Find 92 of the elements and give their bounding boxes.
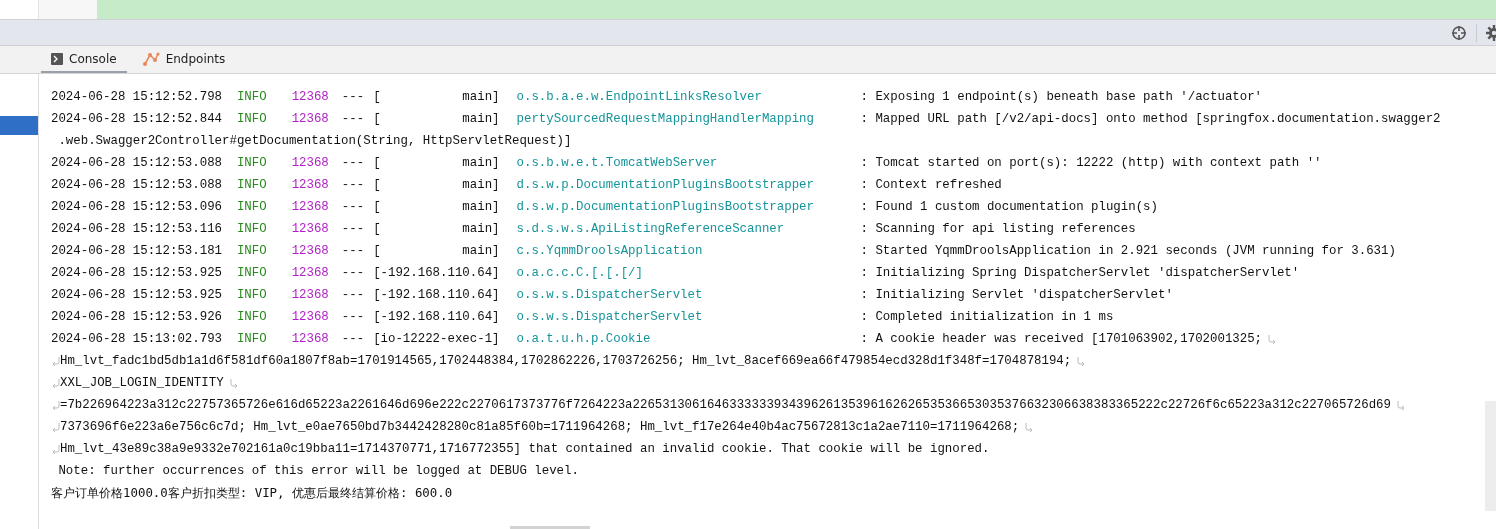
timestamp: 2024-06-28 15:12:53.926 (51, 309, 223, 326)
process-id: 12368 (291, 331, 329, 348)
log-text: 7373696f6e223a6e756c6c7d; Hm_lvt_e0ae7650bd7b3442428280c81a85f60b=1711964268; Hm_lvt_f17e264e40b4ac75672813c1a2ae7110=1711964268; (60, 419, 1020, 436)
separator-text: --- (341, 287, 365, 304)
log-message: : Initializing Servlet 'dispatcherServlet' (860, 287, 1173, 304)
separator-text: --- (341, 331, 365, 348)
terminal-icon (51, 52, 63, 65)
timestamp: 2024-06-28 15:12:53.116 (51, 221, 223, 238)
separator-text: --- (341, 89, 365, 106)
logger-name: o.a.t.u.h.p.Cookie (516, 331, 652, 348)
timestamp: 2024-06-28 15:13:02.793 (51, 331, 223, 348)
log-level: INFO (235, 243, 267, 260)
logger-name: pertySourcedRequestMappingHandlerMapping (516, 111, 815, 128)
log-level: INFO (235, 221, 267, 238)
log-level: INFO (235, 177, 267, 194)
log-level: INFO (235, 199, 267, 216)
logger-name: o.s.b.w.e.t.TomcatWebServer (516, 155, 719, 172)
timestamp: 2024-06-28 15:12:53.181 (51, 243, 223, 260)
scrollbar-thumb[interactable] (510, 526, 590, 529)
logger-name: o.s.w.s.DispatcherServlet (516, 287, 704, 304)
crosshair-icon[interactable] (1451, 24, 1467, 41)
process-id: 12368 (291, 265, 329, 282)
separator-text: --- (341, 199, 365, 216)
thread-name: [ main] (373, 199, 500, 216)
process-id: 12368 (291, 177, 329, 194)
log-text: Hm_lvt_43e89c38a9e9332e702161a0c19bba11=1714370771,1716772355] that contained an invalid cookie. That cookie will be ignored. (60, 441, 990, 458)
log-text: Hm_lvt_fadc1bd5db1a1d6f581df60a1807f8ab=1701914565,1702448384,1702862226,1703726256; Hm_lvt_8acef669ea66f479854ecd328d1f348f=1704878194; (60, 353, 1072, 370)
separator-text: --- (341, 309, 365, 326)
process-id: 12368 (291, 155, 329, 172)
log-message: : Started YqmmDroolsApplication in 2.921 seconds (JVM running for 3.631) (860, 243, 1396, 260)
log-text: XXL_JOB_LOGIN_IDENTITY (60, 375, 224, 392)
tab[interactable]: Endpoints (132, 46, 236, 73)
log-message: : Context refreshed (860, 177, 1002, 194)
logger-name: o.s.b.a.e.w.EndpointLinksResolver (516, 89, 763, 106)
timestamp: 2024-06-28 15:12:52.844 (51, 111, 223, 128)
logger-name: o.a.c.c.C.[.[.[/] (516, 265, 644, 282)
thread-name: [ main] (373, 89, 500, 106)
separator-text: --- (341, 265, 365, 282)
thread-name: [io-12222-exec-1] (373, 331, 500, 348)
log-message: : Completed initialization in 1 ms (860, 309, 1114, 326)
separator-text: --- (341, 155, 365, 172)
process-id: 12368 (291, 287, 329, 304)
timestamp: 2024-06-28 15:12:52.798 (51, 89, 223, 106)
log-level: INFO (235, 309, 267, 326)
process-id: 12368 (291, 243, 329, 260)
tab[interactable]: Console (41, 46, 127, 73)
logger-name: o.s.w.s.DispatcherServlet (516, 309, 704, 326)
endpoints-icon (142, 50, 160, 67)
thread-name: [-192.168.110.64] (373, 287, 500, 304)
log-level: INFO (235, 89, 267, 106)
log-level: INFO (235, 287, 267, 304)
logger-name: d.s.w.p.DocumentationPluginsBootstrapper (516, 199, 815, 216)
thread-name: [ main] (373, 111, 500, 128)
logger-name: d.s.w.p.DocumentationPluginsBootstrapper (516, 177, 815, 194)
timestamp: 2024-06-28 15:12:53.925 (51, 287, 223, 304)
log-message: : Initializing Spring DispatcherServlet 'dispatcherServlet' (860, 265, 1300, 282)
log-message: : Tomcat started on port(s): 12222 (http) with context path '' (860, 155, 1322, 172)
program-output: 客户订单价格1000.0客户折扣类型: VIP, 优惠后最终结算价格: 600.0 (51, 484, 453, 502)
process-id: 12368 (291, 111, 329, 128)
log-text: =7b226964223a312c22757365726e616d65223a2261646d696e222c2270617373776f7264223a22653130616463333339343962613539616262653536653035376632306638383365222c22726f6c65223a312c227065726d69 (60, 397, 1391, 414)
process-id: 12368 (291, 309, 329, 326)
process-id: 12368 (291, 221, 329, 238)
log-message: : Mapped URL path [/v2/api-docs] onto method [springfox.documentation.swagger2 (860, 111, 1441, 128)
thread-name: [ main] (373, 177, 500, 194)
timestamp: 2024-06-28 15:12:53.925 (51, 265, 223, 282)
thread-name: [ main] (373, 221, 500, 238)
thread-name: [ main] (373, 155, 500, 172)
separator-text: --- (341, 111, 365, 128)
log-text: Note: further occurrences of this error will be logged at DEBUG level. (58, 463, 579, 480)
log-level: INFO (235, 331, 267, 348)
separator-text: --- (341, 243, 365, 260)
timestamp: 2024-06-28 15:12:53.096 (51, 199, 223, 216)
separator-text: --- (341, 177, 365, 194)
process-id: 12368 (291, 89, 329, 106)
timestamp: 2024-06-28 15:12:53.088 (51, 177, 223, 194)
log-text: .web.Swagger2Controller#getDocumentation(String, HttpServletRequest)] (58, 133, 572, 150)
log-level: INFO (235, 265, 267, 282)
log-level: INFO (235, 111, 267, 128)
log-message: : Scanning for api listing references (860, 221, 1136, 238)
thread-name: [-192.168.110.64] (373, 309, 500, 326)
logger-name: s.d.s.w.s.ApiListingReferenceScanner (516, 221, 786, 238)
log-level: INFO (235, 155, 267, 172)
thread-name: [ main] (373, 243, 500, 260)
thread-name: [-192.168.110.64] (373, 265, 500, 282)
timestamp: 2024-06-28 15:12:53.088 (51, 155, 223, 172)
process-id: 12368 (291, 199, 329, 216)
log-message: : Exposing 1 endpoint(s) beneath base path '/actuator' (860, 89, 1263, 106)
logger-name: c.s.YqmmDroolsApplication (516, 243, 704, 260)
gutter-marker (0, 116, 38, 135)
log-message: : A cookie header was received [1701063902,1702001325; (860, 331, 1263, 348)
separator-text: --- (341, 221, 365, 238)
log-message: : Found 1 custom documentation plugin(s) (860, 199, 1158, 216)
